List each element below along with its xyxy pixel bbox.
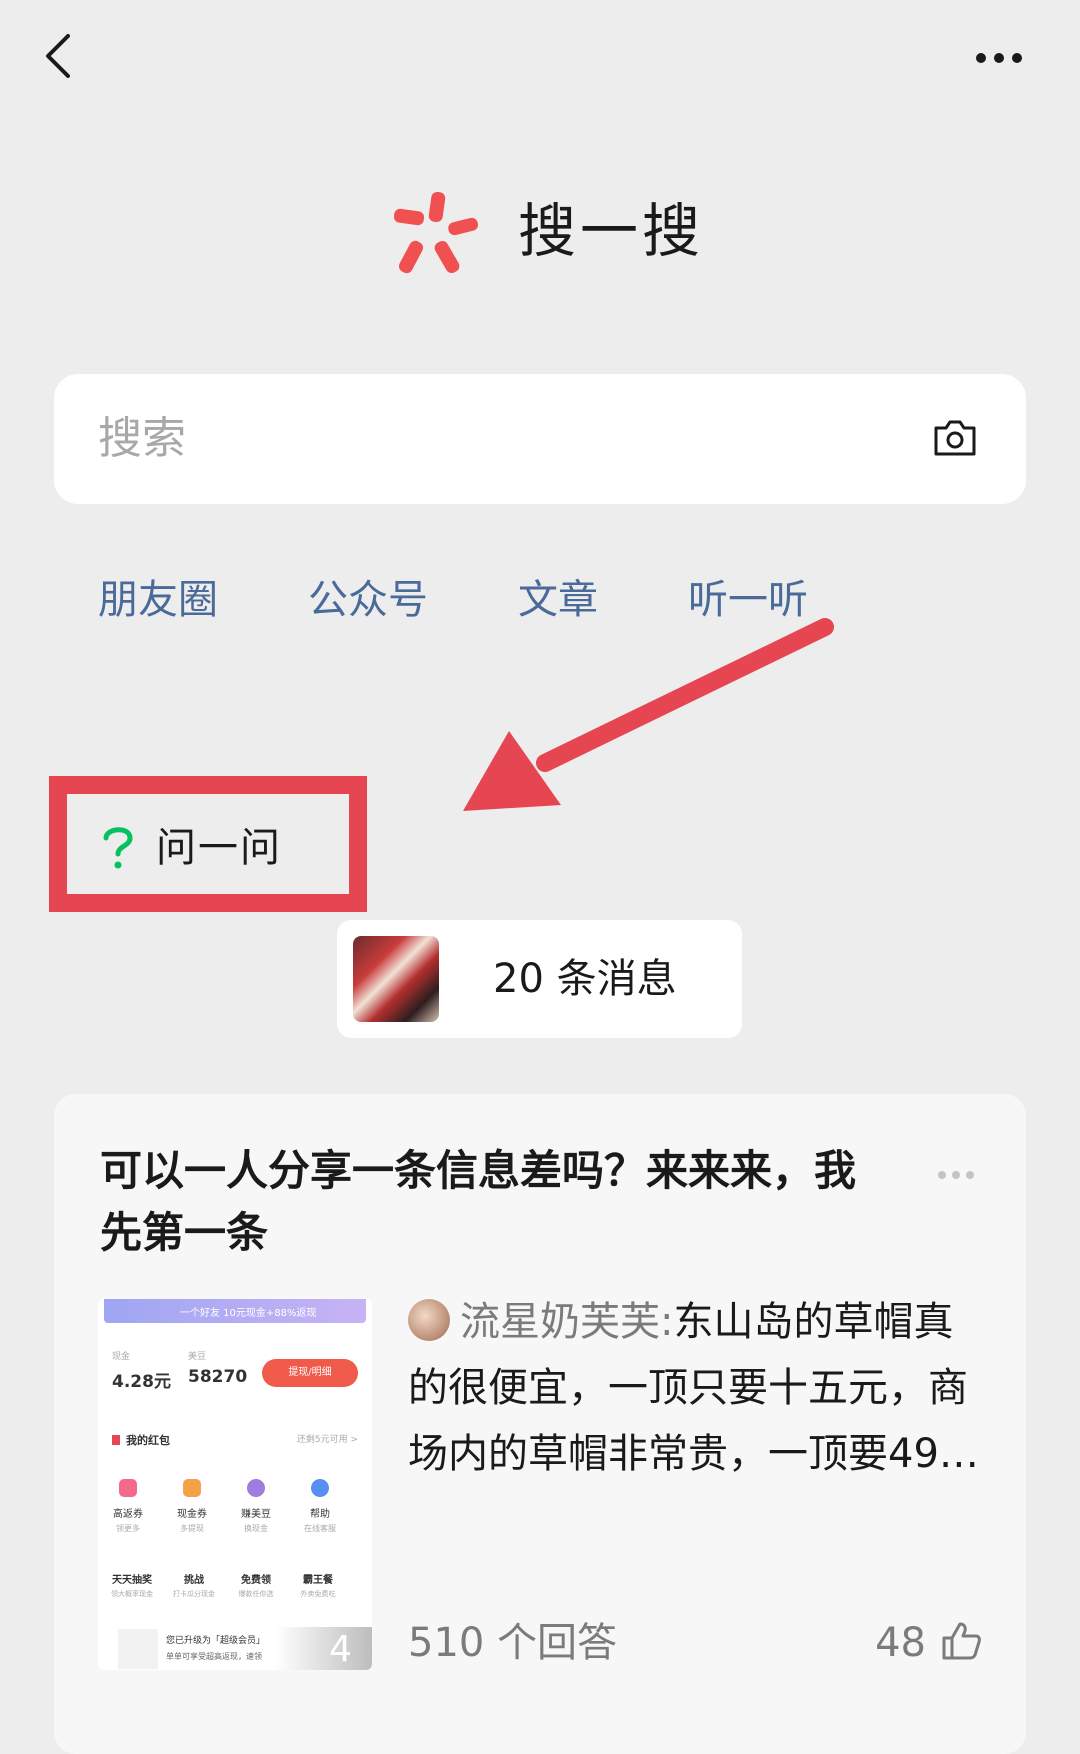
like-button[interactable]: 48: [875, 1616, 982, 1670]
card-more-icon[interactable]: [932, 1164, 974, 1183]
withdraw-button: 提现/明细: [262, 1359, 358, 1387]
coupon-icon: 高返券 领更多: [98, 1479, 158, 1534]
author-avatar: [408, 1299, 450, 1341]
answer-image[interactable]: 一个好友 10元现金+88%返现 现金 4.28元 美豆 58270 提现/明细…: [98, 1299, 372, 1670]
search-placeholder: 搜索: [98, 413, 186, 464]
avatar: [353, 936, 439, 1022]
page-title: 搜一搜: [518, 197, 705, 265]
category-moments[interactable]: 朋友圈: [98, 574, 218, 626]
answer-author: 流星奶芙芙:: [460, 1299, 674, 1345]
more-options-icon[interactable]: [976, 48, 1032, 63]
question-title[interactable]: 可以一人分享一条信息差吗？来来来，我先第一条: [100, 1140, 860, 1264]
help-icon: 帮助 在线客服: [290, 1479, 350, 1534]
thumbs-up-icon: [942, 1622, 981, 1660]
likes-count: 48: [875, 1620, 926, 1666]
question-card[interactable]: 可以一人分享一条信息差吗？来来来，我先第一条 一个好友 10元现金+88%返现 …: [54, 1094, 1026, 1754]
category-official-accounts[interactable]: 公众号: [308, 574, 428, 626]
image-count: 4: [329, 1629, 352, 1670]
beans-icon: 赚美豆 换现金: [226, 1479, 286, 1534]
answers-count[interactable]: 510 个回答: [408, 1616, 617, 1670]
messages-notification[interactable]: 20 条消息: [337, 920, 742, 1038]
search-input[interactable]: 搜索: [54, 374, 1026, 504]
messages-count: 20 条消息: [493, 956, 677, 1002]
question-mark-icon: [100, 824, 136, 870]
answer-preview[interactable]: 流星奶芙芙:东山岛的草帽真的很便宜，一顶只要十五元，商场内的草帽非常贵，一顶要4…: [408, 1289, 988, 1487]
back-icon[interactable]: [40, 30, 80, 82]
cash-coupon-icon: 现金券 多提现: [162, 1479, 222, 1534]
screenshot-banner: 一个好友 10元现金+88%返现: [104, 1299, 366, 1323]
search-logo-icon: [392, 190, 480, 274]
ask-entry[interactable]: 问一问: [156, 822, 282, 874]
camera-icon[interactable]: [932, 418, 978, 458]
annotation-arrow: [455, 615, 835, 815]
